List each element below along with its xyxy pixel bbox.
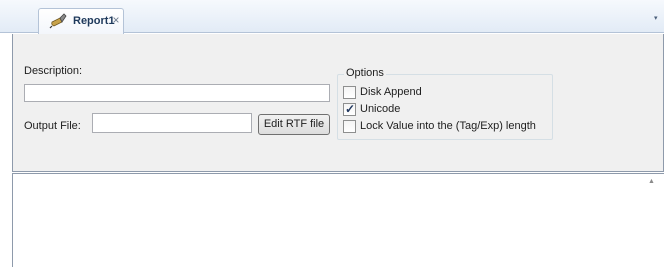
lock-value-checkbox[interactable] (343, 120, 356, 133)
edit-rtf-file-button[interactable]: Edit RTF file (258, 114, 330, 135)
tab-label: Report1 (73, 15, 115, 27)
close-icon[interactable]: × (111, 13, 121, 27)
tab-report1[interactable]: Report1 × (38, 8, 124, 34)
options-title: Options (344, 67, 386, 79)
checkmark-icon: ✓ (345, 102, 356, 116)
lock-value-label: Lock Value into the (Tag/Exp) length (360, 120, 536, 132)
report-settings-panel: Description: Output File: Edit RTF file … (12, 34, 664, 172)
output-file-label: Output File: (24, 120, 81, 132)
report-pen-icon (49, 13, 67, 29)
description-input[interactable] (24, 84, 330, 102)
disk-append-label: Disk Append (360, 86, 422, 98)
unicode-label: Unicode (360, 103, 401, 115)
disk-append-checkbox[interactable] (343, 86, 356, 99)
document-tab-bar: Report1 × ▾ (0, 0, 664, 34)
chevron-down-icon[interactable]: ▾ (654, 14, 658, 22)
report-editor-area[interactable] (12, 173, 664, 267)
scroll-up-icon[interactable]: ▲ (648, 178, 655, 185)
output-file-input[interactable] (92, 113, 252, 133)
unicode-checkbox[interactable]: ✓ (343, 102, 356, 116)
description-label: Description: (24, 65, 83, 77)
